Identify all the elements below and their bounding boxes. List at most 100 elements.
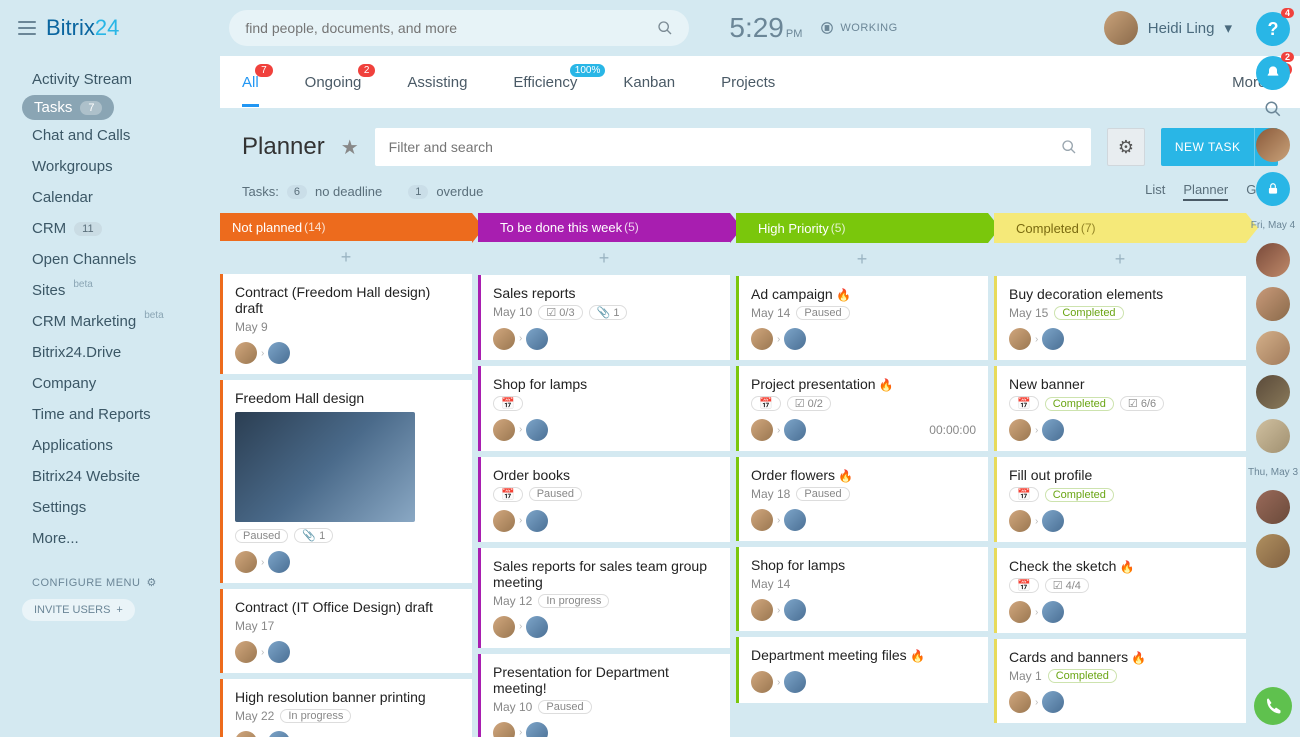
invite-users-button[interactable]: INVITE USERS + <box>22 599 135 621</box>
assignee-avatar[interactable] <box>526 616 548 638</box>
sidebar-item-tasks[interactable]: Tasks7 <box>22 95 114 120</box>
assignee-avatar[interactable] <box>1009 328 1031 350</box>
sidebar-item-bitrix24-drive[interactable]: Bitrix24.Drive <box>22 337 220 368</box>
assignee-avatar[interactable] <box>751 599 773 621</box>
global-search[interactable] <box>229 10 689 46</box>
assignee-avatar[interactable] <box>268 551 290 573</box>
assignee-avatar[interactable] <box>751 419 773 441</box>
column-header[interactable]: High Priority (5) <box>736 213 988 243</box>
assignee-avatar[interactable] <box>493 510 515 532</box>
tab-all[interactable]: All7 <box>242 74 259 91</box>
assignee-avatar[interactable] <box>526 722 548 737</box>
assignee-avatar[interactable] <box>751 509 773 531</box>
assignee-avatar[interactable] <box>526 510 548 532</box>
assignee-avatar[interactable] <box>1009 691 1031 713</box>
task-card[interactable]: Order books📅Paused› <box>478 457 730 542</box>
contact-avatar[interactable] <box>1256 534 1290 568</box>
assignee-avatar[interactable] <box>1009 419 1031 441</box>
assignee-avatar[interactable] <box>235 731 257 737</box>
task-card[interactable]: Contract (IT Office Design) draftMay 17› <box>220 589 472 673</box>
sidebar-item-settings[interactable]: Settings <box>22 492 220 523</box>
sidebar-item-activity-stream[interactable]: Activity Stream <box>22 64 220 95</box>
assignee-avatar[interactable] <box>268 342 290 364</box>
assignee-avatar[interactable] <box>784 599 806 621</box>
view-planner[interactable]: Planner <box>1183 182 1228 201</box>
tab-kanban[interactable]: Kanban <box>623 74 675 91</box>
no-deadline-count[interactable]: 6 <box>287 185 307 199</box>
task-card[interactable]: Department meeting files 🔥› <box>736 637 988 703</box>
search-icon[interactable] <box>657 20 673 36</box>
assignee-avatar[interactable] <box>268 641 290 663</box>
assignee-avatar[interactable] <box>1042 419 1064 441</box>
sidebar-item-crm-marketing[interactable]: CRM Marketingbeta <box>22 306 220 337</box>
assignee-avatar[interactable] <box>526 328 548 350</box>
add-card-button[interactable]: + <box>478 242 730 275</box>
contact-avatar[interactable] <box>1256 331 1290 365</box>
contact-avatar[interactable] <box>1256 419 1290 453</box>
assignee-avatar[interactable] <box>1042 691 1064 713</box>
contact-avatar[interactable] <box>1256 128 1290 162</box>
add-card-button[interactable]: + <box>736 243 988 276</box>
tab-assisting[interactable]: Assisting <box>407 74 467 91</box>
task-card[interactable]: Fill out profile📅Completed› <box>994 457 1246 542</box>
lock-button[interactable] <box>1256 172 1290 206</box>
task-card[interactable]: Cards and banners 🔥May 1Completed› <box>994 639 1246 723</box>
sidebar-item-sites[interactable]: Sitesbeta <box>22 275 220 306</box>
hamburger-menu-icon[interactable] <box>18 21 36 35</box>
star-icon[interactable]: ★ <box>341 135 359 160</box>
filter-search[interactable] <box>375 128 1091 166</box>
tab-efficiency[interactable]: Efficiency100% <box>513 74 577 91</box>
contact-avatar[interactable] <box>1256 490 1290 524</box>
column-header[interactable]: To be done this week (5) <box>478 213 730 242</box>
sidebar-item-open-channels[interactable]: Open Channels <box>22 244 220 275</box>
assignee-avatar[interactable] <box>784 419 806 441</box>
assignee-avatar[interactable] <box>1042 510 1064 532</box>
tab-projects[interactable]: Projects <box>721 74 775 91</box>
assignee-avatar[interactable] <box>784 509 806 531</box>
task-card[interactable]: Buy decoration elementsMay 15Completed› <box>994 276 1246 360</box>
global-search-input[interactable] <box>245 20 657 36</box>
task-card[interactable]: Contract (Freedom Hall design) draftMay … <box>220 274 472 374</box>
assignee-avatar[interactable] <box>751 671 773 693</box>
sidebar-item-more-[interactable]: More... <box>22 523 220 554</box>
filter-input[interactable] <box>389 139 1061 155</box>
working-status[interactable]: WORKING <box>820 21 897 35</box>
sidebar-item-chat-and-calls[interactable]: Chat and Calls <box>22 120 220 151</box>
call-fab[interactable] <box>1254 687 1292 725</box>
assignee-avatar[interactable] <box>235 342 257 364</box>
sidebar-item-bitrix24-website[interactable]: Bitrix24 Website <box>22 461 220 492</box>
contact-avatar[interactable] <box>1256 243 1290 277</box>
task-card[interactable]: Freedom Hall designPaused📎 1› <box>220 380 472 583</box>
assignee-avatar[interactable] <box>493 722 515 737</box>
add-card-button[interactable]: + <box>994 243 1246 276</box>
assignee-avatar[interactable] <box>784 671 806 693</box>
task-card[interactable]: High resolution banner printingMay 22In … <box>220 679 472 737</box>
task-card[interactable]: New banner📅Completed☑ 6/6› <box>994 366 1246 451</box>
help-button[interactable]: ? 4 <box>1256 12 1290 46</box>
search-icon[interactable] <box>1061 139 1077 155</box>
assignee-avatar[interactable] <box>493 328 515 350</box>
sidebar-item-calendar[interactable]: Calendar <box>22 182 220 213</box>
assignee-avatar[interactable] <box>1042 328 1064 350</box>
task-card[interactable]: Shop for lampsMay 14› <box>736 547 988 631</box>
task-card[interactable]: Sales reportsMay 10☑ 0/3📎 1› <box>478 275 730 360</box>
assignee-avatar[interactable] <box>235 551 257 573</box>
notifications-button[interactable]: 2 <box>1256 56 1290 90</box>
task-card[interactable]: Ad campaign 🔥May 14Paused› <box>736 276 988 360</box>
task-card[interactable]: Order flowers 🔥May 18Paused› <box>736 457 988 541</box>
task-card[interactable]: Sales reports for sales team group meeti… <box>478 548 730 648</box>
assignee-avatar[interactable] <box>1042 601 1064 623</box>
assignee-avatar[interactable] <box>235 641 257 663</box>
sidebar-item-company[interactable]: Company <box>22 368 220 399</box>
add-card-button[interactable]: + <box>220 241 472 274</box>
sidebar-item-workgroups[interactable]: Workgroups <box>22 151 220 182</box>
assignee-avatar[interactable] <box>1009 510 1031 532</box>
contact-avatar[interactable] <box>1256 375 1290 409</box>
tab-ongoing[interactable]: Ongoing2 <box>305 74 362 91</box>
column-header[interactable]: Not planned (14) <box>220 213 472 241</box>
view-list[interactable]: List <box>1145 182 1165 201</box>
assignee-avatar[interactable] <box>493 419 515 441</box>
assignee-avatar[interactable] <box>751 328 773 350</box>
configure-menu-button[interactable]: CONFIGURE MENU ⚙ <box>22 566 220 599</box>
assignee-avatar[interactable] <box>268 731 290 737</box>
